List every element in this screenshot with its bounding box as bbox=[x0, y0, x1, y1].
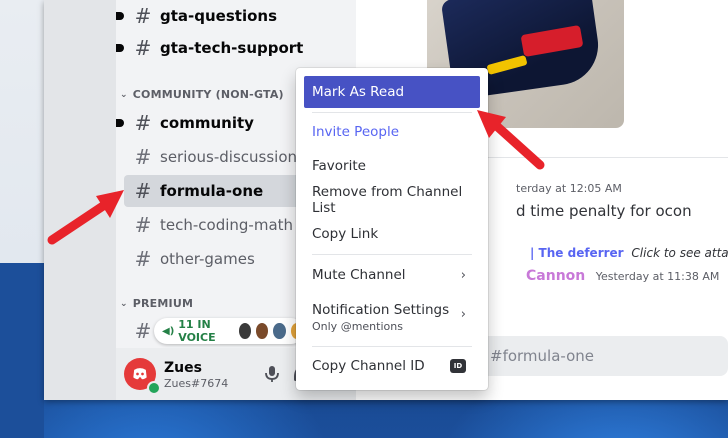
annotation-arrows bbox=[47, 110, 545, 245]
annotation-arrow-channel bbox=[47, 190, 124, 245]
annotation-arrow-menu bbox=[477, 110, 545, 170]
